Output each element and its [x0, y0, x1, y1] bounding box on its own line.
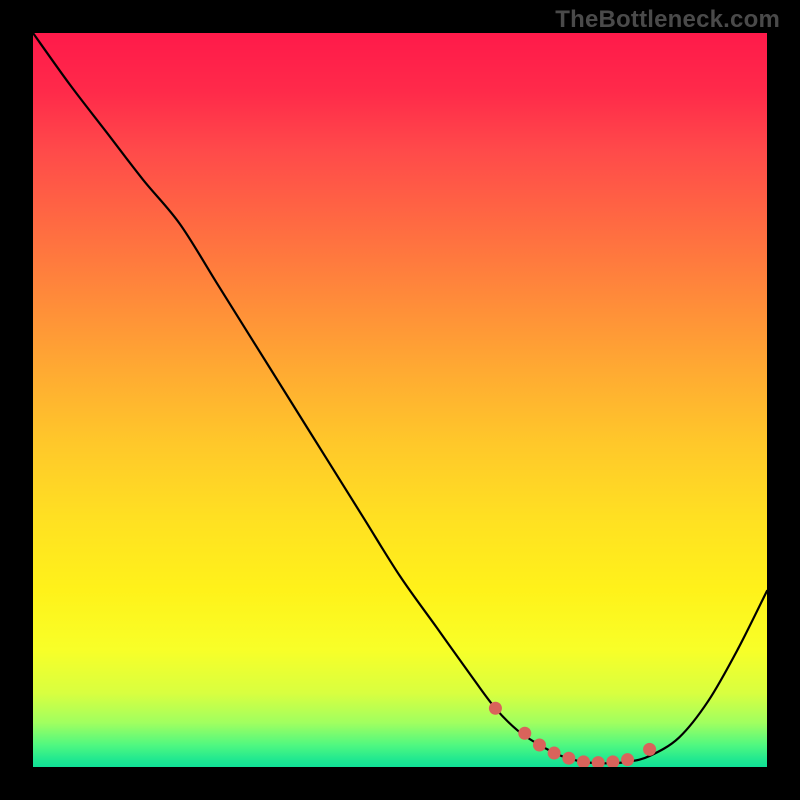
watermark-text: TheBottleneck.com — [555, 6, 780, 34]
chart-marker — [606, 755, 619, 767]
chart-marker-group — [489, 702, 656, 767]
chart-marker — [518, 727, 531, 740]
chart-marker — [489, 702, 502, 715]
chart-marker — [577, 755, 590, 767]
chart-marker — [562, 752, 575, 765]
chart-marker — [643, 743, 656, 756]
chart-plot-area — [33, 33, 767, 767]
chart-marker — [621, 753, 634, 766]
chart-marker — [533, 738, 546, 751]
chart-marker — [592, 756, 605, 767]
chart-curve-layer — [33, 33, 767, 767]
chart-marker — [548, 747, 561, 760]
chart-curve — [33, 33, 767, 763]
